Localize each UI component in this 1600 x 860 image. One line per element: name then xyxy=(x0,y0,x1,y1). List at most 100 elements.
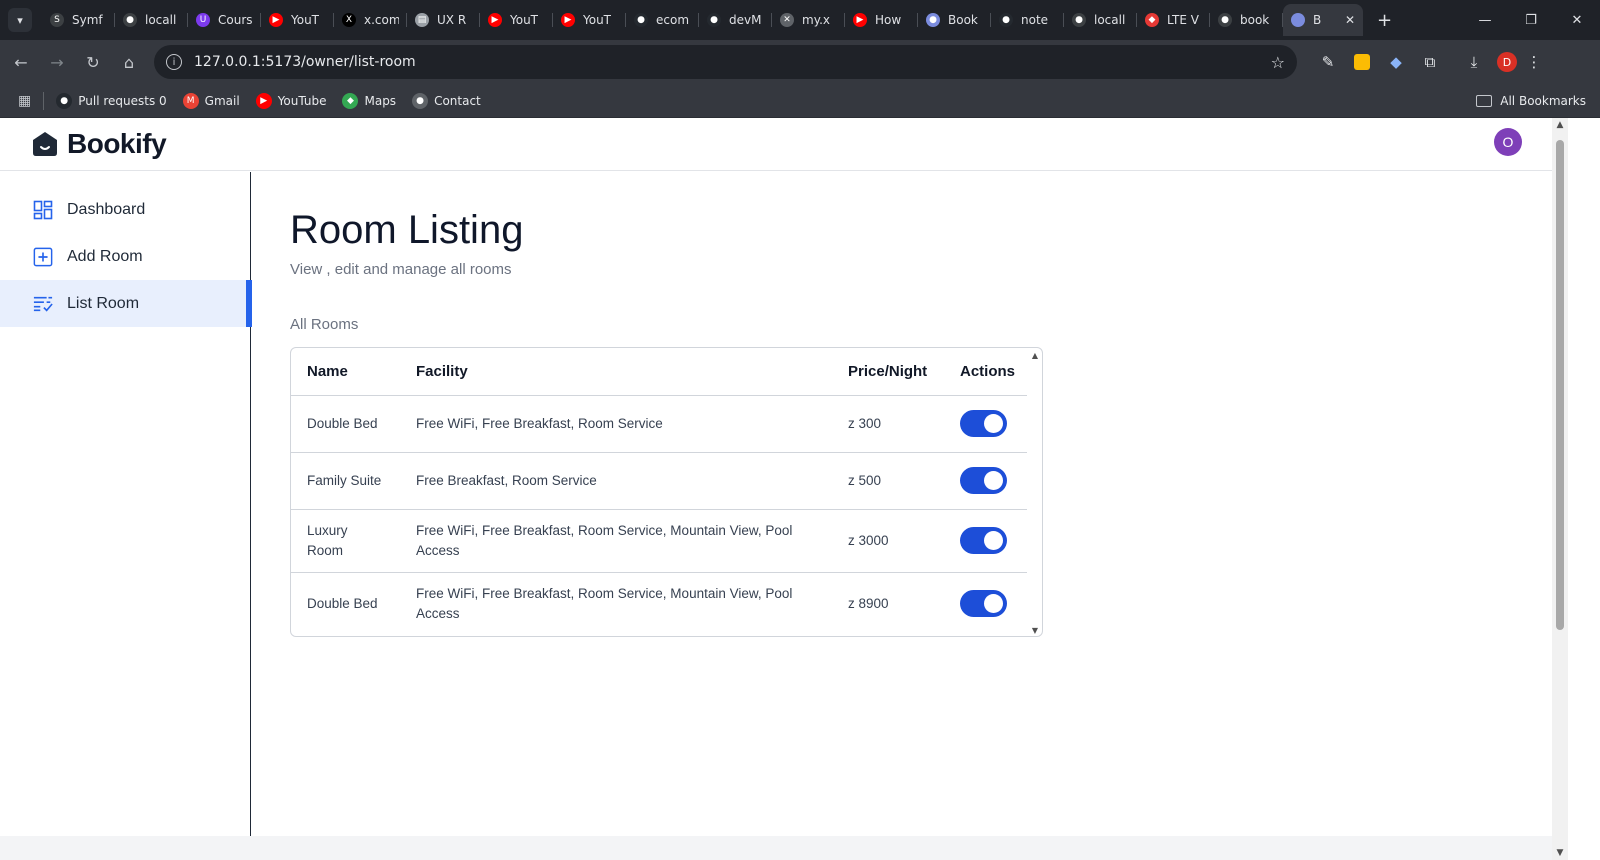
page-scroll-thumb[interactable] xyxy=(1556,140,1564,630)
room-price: z 300 xyxy=(832,395,944,453)
rooms-table-container[interactable]: Name Facility Price/Night Actions Double… xyxy=(290,347,1043,637)
browser-tab[interactable]: ▶ YouT xyxy=(480,4,553,36)
availability-toggle[interactable] xyxy=(960,527,1007,554)
back-icon[interactable]: ← xyxy=(4,45,38,79)
tab-favicon-icon: S xyxy=(50,13,64,27)
browser-tab[interactable]: U Cours xyxy=(188,4,261,36)
browser-tab[interactable]: ● note xyxy=(991,4,1064,36)
tab-title: note xyxy=(1021,13,1049,27)
browser-tab[interactable]: ▶ YouT xyxy=(553,4,626,36)
url-text: 127.0.0.1:5173/owner/list-room xyxy=(194,54,416,70)
all-bookmarks-button[interactable]: All Bookmarks xyxy=(1476,94,1586,108)
browser-tab[interactable]: ◆ LTE V xyxy=(1137,4,1210,36)
room-price: z 3000 xyxy=(832,509,944,573)
browser-tab[interactable]: ● ecom xyxy=(626,4,699,36)
scroll-down-icon[interactable]: ▼ xyxy=(1030,626,1040,635)
availability-toggle[interactable] xyxy=(960,467,1007,494)
page-scroll-down-icon[interactable]: ▼ xyxy=(1555,848,1565,858)
site-info-icon[interactable]: i xyxy=(166,54,182,70)
page-scroll-up-icon[interactable]: ▲ xyxy=(1555,120,1565,130)
room-facility: Free WiFi, Free Breakfast, Room Service,… xyxy=(416,585,793,621)
address-bar[interactable]: i 127.0.0.1:5173/owner/list-room ☆ xyxy=(154,45,1297,79)
table-scrollbar[interactable]: ▲ ▼ xyxy=(1030,351,1040,635)
new-tab-button[interactable]: + xyxy=(1377,10,1392,31)
tab-title: Symf xyxy=(72,13,103,27)
tab-title: devM xyxy=(729,13,762,27)
page-subtitle: View , edit and manage all rooms xyxy=(290,261,512,278)
bookmark-item[interactable]: ● Pull requests 0 xyxy=(56,92,167,109)
close-window-icon[interactable]: ✕ xyxy=(1554,0,1600,40)
forward-icon[interactable]: → xyxy=(40,45,74,79)
folder-icon xyxy=(1476,94,1493,107)
brand-logo[interactable]: Bookify xyxy=(31,128,167,160)
bookmark-list: ● Pull requests 0 M Gmail ▶ YouTube ◆ Maps ● Cont… xyxy=(56,92,497,109)
tab-title: YouT xyxy=(510,13,539,27)
extension-shield-icon[interactable]: ◆ xyxy=(1379,45,1413,79)
apps-grid-icon[interactable]: ▦ xyxy=(18,93,31,109)
bookmark-label: Maps xyxy=(364,93,397,108)
extension-yellow-icon[interactable] xyxy=(1345,45,1379,79)
list-icon xyxy=(33,294,53,314)
bookmark-item[interactable]: ● Contact xyxy=(412,92,481,109)
scroll-up-icon[interactable]: ▲ xyxy=(1030,351,1040,360)
brand-name: Bookify xyxy=(67,128,167,159)
browser-tab[interactable]: ▶ How xyxy=(845,4,918,36)
extensions-puzzle-icon[interactable]: ⧉ xyxy=(1413,45,1447,79)
tab-favicon-icon: ● xyxy=(707,13,721,27)
column-header-facility: Facility xyxy=(400,348,832,396)
tab-title: YouT xyxy=(291,13,320,27)
browser-tab[interactable]: ● devM xyxy=(699,4,772,36)
availability-toggle[interactable] xyxy=(960,590,1007,618)
availability-toggle[interactable] xyxy=(960,410,1007,437)
tab-favicon-icon: ● xyxy=(123,13,137,27)
window-controls: — ❐ ✕ xyxy=(1462,0,1600,40)
profile-avatar[interactable]: D xyxy=(1497,52,1517,72)
browser-tab[interactable]: ▶ YouT xyxy=(261,4,334,36)
bookmark-item[interactable]: M Gmail xyxy=(182,92,240,109)
browser-tab[interactable]: ● Book xyxy=(918,4,991,36)
extension-icons: ✎ ◆ ⧉ ⤓ D ⋮ xyxy=(1311,45,1551,79)
restore-icon[interactable]: ❐ xyxy=(1508,0,1554,40)
bookmark-item[interactable]: ◆ Maps xyxy=(342,92,397,109)
browser-menu-icon[interactable]: ⋮ xyxy=(1517,45,1551,79)
sidebar-item-label: Dashboard xyxy=(67,200,146,218)
bookmark-favicon-icon: ● xyxy=(56,92,73,109)
close-tab-icon[interactable]: ✕ xyxy=(1345,13,1355,27)
app-header: Bookify O xyxy=(0,118,1552,171)
reload-icon[interactable]: ↻ xyxy=(76,45,110,79)
active-tab[interactable]: B ✕ xyxy=(1283,4,1363,36)
bookmark-label: Contact xyxy=(434,93,481,108)
bookmark-star-icon[interactable]: ☆ xyxy=(1271,53,1285,72)
sidebar-item-add-room[interactable]: Add Room xyxy=(0,233,250,280)
page-bottom-strip xyxy=(0,836,1552,860)
sidebar-item-list-room[interactable]: List Room xyxy=(0,280,252,327)
room-actions xyxy=(944,572,1027,635)
toggle-knob xyxy=(984,414,1003,433)
browser-tab[interactable]: S Symf xyxy=(42,4,115,36)
user-avatar[interactable]: O xyxy=(1494,128,1522,156)
browser-tab[interactable]: ● locall xyxy=(115,4,188,36)
tab-title: ecom xyxy=(656,13,690,27)
browser-tab[interactable]: ✕ my.x xyxy=(772,4,845,36)
minimize-icon[interactable]: — xyxy=(1462,0,1508,40)
browser-tab[interactable]: Xx.com xyxy=(334,4,407,36)
tab-favicon-icon: X xyxy=(342,13,356,27)
tab-title: locall xyxy=(145,13,177,27)
toggle-knob xyxy=(984,594,1003,614)
bookmark-item[interactable]: ▶ YouTube xyxy=(255,92,326,109)
tab-search-button[interactable]: ▾ xyxy=(8,8,32,32)
eyedropper-icon[interactable]: ✎ xyxy=(1311,45,1345,79)
browser-tab[interactable]: ● locall xyxy=(1064,4,1137,36)
home-icon[interactable]: ⌂ xyxy=(112,45,146,79)
tab-title: Book xyxy=(948,13,978,27)
sidebar-item-dashboard[interactable]: Dashboard xyxy=(0,186,250,233)
room-price: z 8900 xyxy=(848,595,889,611)
browser-tab[interactable]: ▤ UX R xyxy=(407,4,480,36)
page-scrollbar[interactable]: ▲ ▼ xyxy=(1552,118,1568,860)
browser-tab[interactable]: ● book xyxy=(1210,4,1283,36)
tab-title: Cours xyxy=(218,13,253,27)
bookmark-label: Pull requests 0 xyxy=(78,93,167,108)
room-name: Double Bed xyxy=(307,595,378,611)
table-row: Luxury Room Free WiFi, Free Breakfast, R… xyxy=(291,509,1027,573)
download-icon[interactable]: ⤓ xyxy=(1457,45,1491,79)
